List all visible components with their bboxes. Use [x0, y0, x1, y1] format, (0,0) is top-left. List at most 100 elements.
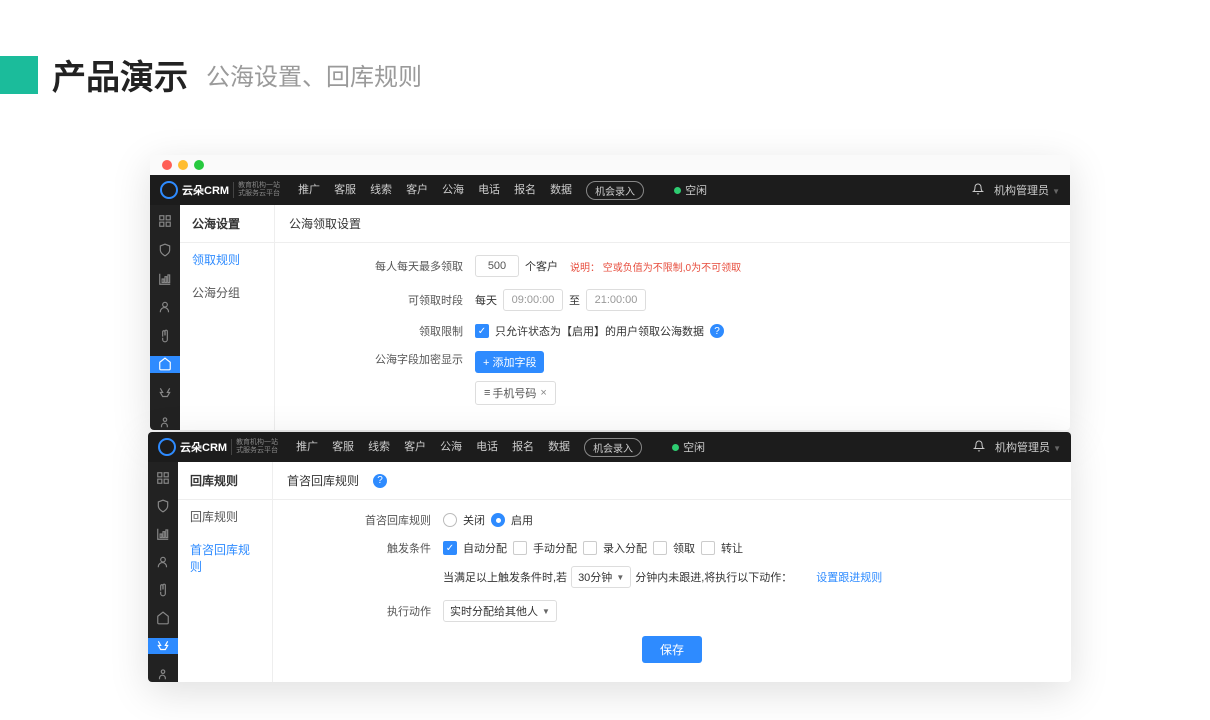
radio-off[interactable] — [443, 513, 457, 527]
rail-user-icon[interactable] — [148, 554, 178, 570]
rail-chart-icon[interactable] — [148, 526, 178, 542]
time-from-input[interactable] — [503, 289, 563, 311]
status-dot-icon — [674, 187, 681, 194]
content-area: 首咨回库规则 ? 首咨回库规则 关闭 启用 触发条件 — [273, 462, 1071, 682]
row-action: 执行动作 实时分配给其他人 ▼ — [273, 600, 1071, 622]
nav-items: 推广 客服 线索 客户 公海 电话 报名 数据 机会录入 — [296, 438, 642, 457]
nav-item[interactable]: 数据 — [550, 181, 572, 200]
radio-on[interactable] — [491, 513, 505, 527]
side-item-groups[interactable]: 公海分组 — [180, 276, 274, 309]
nav-item[interactable]: 推广 — [296, 438, 318, 457]
bell-icon[interactable] — [973, 440, 985, 455]
rail-person-icon[interactable] — [150, 413, 180, 430]
nav-item[interactable]: 电话 — [476, 438, 498, 457]
rail-person-icon[interactable] — [148, 666, 178, 682]
rail-home-icon[interactable] — [150, 356, 180, 373]
nav-item[interactable]: 报名 — [512, 438, 534, 457]
cb-claim[interactable] — [653, 541, 667, 555]
cb-transfer[interactable] — [701, 541, 715, 555]
rail-user-icon[interactable] — [150, 299, 180, 316]
row-encrypt-fields: 公海字段加密显示 + 添加字段 ≡ 手机号码 × — [275, 351, 1070, 405]
logo-subtext: 教育机构一站 式服务云平台 — [231, 439, 278, 455]
content-title: 公海领取设置 — [275, 205, 1070, 243]
icon-rail — [148, 462, 178, 682]
side-item-claim-rules[interactable]: 领取规则 — [180, 243, 274, 276]
nav-item[interactable]: 公海 — [442, 181, 464, 200]
slide-header: 产品演示 公海设置、回库规则 — [0, 0, 1210, 119]
window-return-rules: 云朵CRM 教育机构一站 式服务云平台 推广 客服 线索 客户 公海 电话 报名… — [148, 432, 1071, 682]
opportunity-entry-button[interactable]: 机会录入 — [584, 438, 642, 457]
enabled-only-checkbox[interactable] — [475, 324, 489, 338]
row-time-range: 可领取时段 每天 至 — [275, 289, 1070, 311]
nav-item[interactable]: 报名 — [514, 181, 536, 200]
nav-item[interactable]: 客服 — [332, 438, 354, 457]
accent-block — [0, 56, 38, 94]
rail-chart-icon[interactable] — [150, 270, 180, 287]
logo-subtext: 教育机构一站 式服务云平台 — [233, 182, 280, 198]
user-menu[interactable]: 机构管理员 ▼ — [995, 439, 1061, 455]
rail-shield-icon[interactable] — [150, 242, 180, 259]
window-public-pool-settings: 云朵CRM 教育机构一站 式服务云平台 推广 客服 线索 客户 公海 电话 报名… — [150, 155, 1070, 430]
row-max-claim: 每人每天最多领取 个客户 说明： 空或负值为不限制,0为不可领取 — [275, 255, 1070, 277]
chevron-down-icon: ▼ — [1053, 444, 1061, 453]
nav-item[interactable]: 推广 — [298, 181, 320, 200]
nav-items: 推广 客服 线索 客户 公海 电话 报名 数据 机会录入 — [298, 181, 644, 200]
rail-shield-icon[interactable] — [148, 498, 178, 514]
rail-hand-icon[interactable] — [150, 328, 180, 345]
side-panel-title: 回库规则 — [178, 462, 272, 500]
app-logo: 云朵CRM 教育机构一站 式服务云平台 — [158, 438, 278, 456]
chevron-down-icon: ▼ — [542, 607, 550, 616]
rail-recycle-icon[interactable] — [150, 385, 180, 402]
logo-text: 云朵CRM — [182, 182, 229, 198]
max-claim-input[interactable] — [475, 255, 519, 277]
rail-dashboard-icon[interactable] — [150, 213, 180, 230]
drag-handle-icon[interactable]: ≡ — [484, 387, 488, 399]
rail-hand-icon[interactable] — [148, 582, 178, 598]
window-titlebar — [150, 155, 1070, 175]
nav-item[interactable]: 公海 — [440, 438, 462, 457]
nav-item[interactable]: 数据 — [548, 438, 570, 457]
field-tag[interactable]: ≡ 手机号码 × — [475, 381, 556, 405]
content-title: 首咨回库规则 — [287, 472, 359, 489]
nav-item[interactable]: 客服 — [334, 181, 356, 200]
add-field-button[interactable]: + 添加字段 — [475, 351, 544, 373]
side-item-first-consult-rules[interactable]: 首咨回库规则 — [178, 533, 272, 583]
slide-title: 产品演示 — [52, 50, 188, 99]
rail-dashboard-icon[interactable] — [148, 470, 178, 486]
slide-subtitle: 公海设置、回库规则 — [206, 57, 422, 92]
zoom-dot-icon[interactable] — [194, 160, 204, 170]
row-claim-limit: 领取限制 只允许状态为【启用】的用户领取公海数据 ? — [275, 323, 1070, 339]
time-to-input[interactable] — [586, 289, 646, 311]
side-panel: 公海设置 领取规则 公海分组 — [180, 205, 275, 430]
nav-item[interactable]: 线索 — [370, 181, 392, 200]
help-icon[interactable]: ? — [710, 324, 724, 338]
user-menu[interactable]: 机构管理员 ▼ — [994, 182, 1060, 198]
nav-item[interactable]: 客户 — [406, 181, 428, 200]
nav-item[interactable]: 客户 — [404, 438, 426, 457]
close-dot-icon[interactable] — [162, 160, 172, 170]
bell-icon[interactable] — [972, 183, 984, 198]
hint-text: 说明： 空或负值为不限制,0为不可领取 — [570, 259, 741, 274]
side-item-return-rules[interactable]: 回库规则 — [178, 500, 272, 533]
set-followup-link[interactable]: 设置跟进规则 — [816, 569, 882, 585]
opportunity-entry-button[interactable]: 机会录入 — [586, 181, 644, 200]
icon-rail — [150, 205, 180, 430]
cb-manual-assign[interactable] — [513, 541, 527, 555]
rail-recycle-icon[interactable] — [148, 638, 178, 654]
cb-entry-assign[interactable] — [583, 541, 597, 555]
nav-item[interactable]: 线索 — [368, 438, 390, 457]
side-panel: 回库规则 回库规则 首咨回库规则 — [178, 462, 273, 682]
cb-auto-assign[interactable] — [443, 541, 457, 555]
status-text: 空闲 — [683, 439, 705, 455]
rail-home-icon[interactable] — [148, 610, 178, 626]
minimize-dot-icon[interactable] — [178, 160, 188, 170]
row-trigger: 触发条件 自动分配 手动分配 录入分配 领取 转让 当满足以上触发条件时,若 3… — [273, 540, 1071, 588]
status-dot-icon — [672, 444, 679, 451]
nav-item[interactable]: 电话 — [478, 181, 500, 200]
app-logo: 云朵CRM 教育机构一站 式服务云平台 — [160, 181, 280, 199]
duration-select[interactable]: 30分钟▼ — [571, 566, 631, 588]
action-select[interactable]: 实时分配给其他人 ▼ — [443, 600, 557, 622]
help-icon[interactable]: ? — [373, 474, 387, 488]
remove-tag-icon[interactable]: × — [540, 387, 546, 399]
save-button[interactable]: 保存 — [642, 636, 702, 663]
